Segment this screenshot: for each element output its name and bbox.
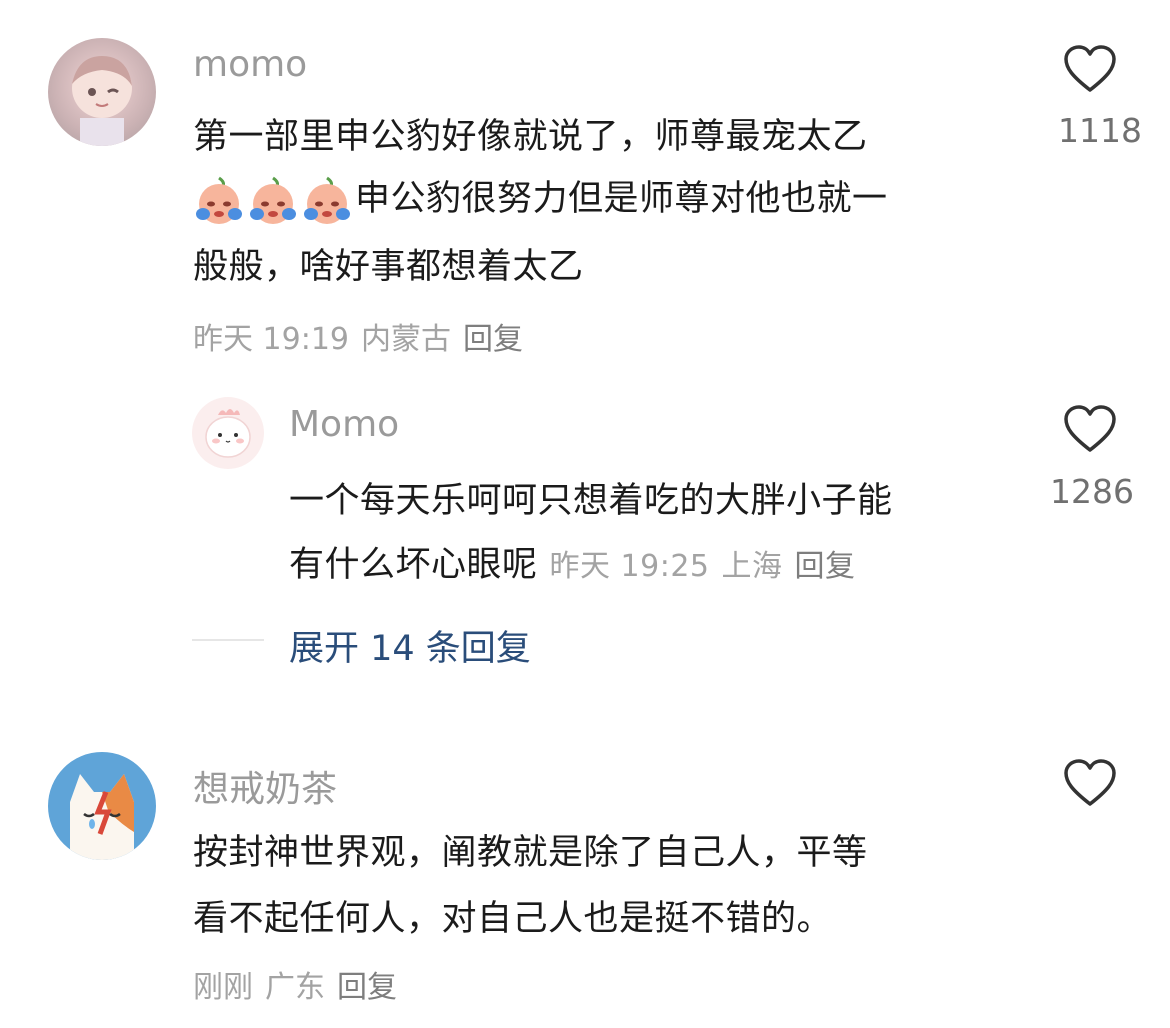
avatar[interactable] xyxy=(192,397,264,469)
comment-username[interactable]: momo xyxy=(193,44,307,85)
reply-text-line: 有什么坏心眼呢 昨天 19:25 上海 回复 xyxy=(289,536,856,587)
avatar[interactable] xyxy=(48,38,156,146)
comment-text-line: 申公豹很努力但是师尊对他也就一 xyxy=(193,170,888,226)
reply-text-line: 一个每天乐呵呵只想着吃的大胖小子能 xyxy=(289,481,893,521)
comment-time: 昨天 19:19 xyxy=(193,322,349,357)
comment-text-line: 第一部里申公豹好像就说了，师尊最宠太乙 xyxy=(193,117,868,157)
like-button[interactable] xyxy=(1062,758,1118,808)
cute-creature-avatar-icon xyxy=(205,409,251,458)
comment-location: 内蒙古 xyxy=(361,322,451,357)
comment-time: 刚刚 xyxy=(193,970,253,1005)
reply-username[interactable]: Momo xyxy=(289,404,399,445)
reply-location: 上海 xyxy=(721,549,783,584)
comment-text-line: 按封神世界观，阐教就是除了自己人，平等 xyxy=(193,833,868,873)
like-count: 1286 xyxy=(1050,472,1134,511)
reply-button[interactable]: 回复 xyxy=(337,970,397,1005)
like-button[interactable] xyxy=(1062,404,1118,454)
comment-username[interactable]: 想戒奶茶 xyxy=(193,760,337,812)
like-count: 1118 xyxy=(1058,111,1142,150)
comment-text-line: 看不起任何人，对自己人也是挺不错的。 xyxy=(193,899,833,939)
like-button[interactable] xyxy=(1062,44,1118,94)
divider xyxy=(192,639,264,641)
reply-button[interactable]: 回复 xyxy=(795,549,856,584)
comment-location: 广东 xyxy=(265,970,325,1005)
heart-icon xyxy=(1064,759,1116,806)
crying-face-emoji-icon xyxy=(301,174,353,226)
reply-meta: 昨天 19:25 上海 回复 xyxy=(550,549,856,584)
heart-icon xyxy=(1064,45,1116,92)
heart-icon xyxy=(1064,405,1116,452)
expand-replies-button[interactable]: 展开 14 条回复 xyxy=(289,620,531,671)
comment-text-segment: 申公豹很努力但是师尊对他也就一 xyxy=(355,179,888,219)
crying-face-emoji-icon xyxy=(247,174,299,226)
cat-avatar-icon xyxy=(70,774,134,860)
reply-button[interactable]: 回复 xyxy=(463,322,523,357)
avatar[interactable] xyxy=(48,752,156,860)
anime-girl-avatar-icon xyxy=(72,56,132,146)
crying-face-emoji-icon xyxy=(193,174,245,226)
comment-meta: 刚刚 广东 回复 xyxy=(193,962,397,1006)
reply-text-segment: 有什么坏心眼呢 xyxy=(289,545,538,585)
reply-time: 昨天 19:25 xyxy=(549,549,710,584)
comment-text-line: 般般，啥好事都想着太乙 xyxy=(193,247,584,287)
comment-meta: 昨天 19:19 内蒙古 回复 xyxy=(193,314,523,358)
